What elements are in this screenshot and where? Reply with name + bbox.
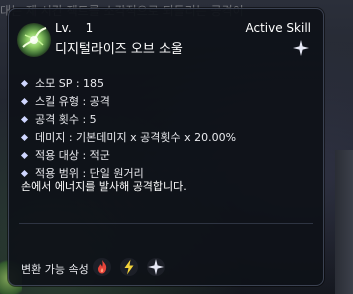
skill-level: Lv. 1 — [55, 21, 93, 35]
skill-tooltip: Lv. 1 디지털라이즈 오브 소울 Active Skill 소모 SP : 1… — [8, 8, 324, 286]
bullet-diamond-icon — [20, 97, 29, 106]
stat-text: 스킬 유형 : 공격 — [35, 95, 110, 108]
bullet-diamond-icon — [20, 79, 29, 88]
stat-sp-cost: 소모 SP : 185 — [20, 75, 236, 93]
stat-text: 소모 SP : 185 — [35, 77, 105, 90]
attributes-label: 변환 가능 속성 — [21, 263, 89, 276]
skill-description: 손에서 에너지를 발사해 공격합니다. — [21, 180, 187, 193]
background-panel — [335, 150, 353, 294]
stat-text: 공격 횟수 : 5 — [35, 113, 97, 126]
skill-stats-list: 소모 SP : 185 스킬 유형 : 공격 공격 횟수 : 5 데미지 : 기… — [20, 75, 237, 183]
lightning-icon[interactable] — [120, 258, 138, 276]
bullet-diamond-icon — [20, 115, 29, 124]
fire-icon[interactable] — [93, 258, 111, 276]
bullet-diamond-icon — [20, 133, 29, 142]
divider — [19, 223, 313, 224]
stat-target: 적용 대상 : 적군 — [20, 147, 236, 165]
skill-name: 디지털라이즈 오브 소울 — [55, 42, 183, 57]
level-label: Lv. — [55, 21, 72, 35]
skill-type-label: Active Skill — [245, 21, 311, 35]
stat-text: 적용 대상 : 적군 — [35, 149, 110, 162]
sparkle-icon[interactable] — [147, 258, 165, 276]
game-screen: 대는 제 시간 젝트를 소각적으로 되돌리는 공격이 Lv.1 디지털라이즈 오… — [0, 0, 353, 294]
stat-damage: 데미지 : 기본데미지 x 공격횟수 x 20.00% — [20, 129, 237, 147]
bullet-diamond-icon — [20, 151, 29, 160]
stat-text: 데미지 : 기본데미지 x 공격횟수 x 20.00% — [35, 131, 237, 144]
stat-skill-kind: 스킬 유형 : 공격 — [20, 93, 236, 111]
stat-hit-count: 공격 횟수 : 5 — [20, 111, 236, 129]
sparkle-icon — [293, 40, 309, 56]
bullet-diamond-icon — [20, 169, 29, 178]
skill-icon — [17, 23, 51, 57]
level-value: 1 — [85, 21, 94, 35]
